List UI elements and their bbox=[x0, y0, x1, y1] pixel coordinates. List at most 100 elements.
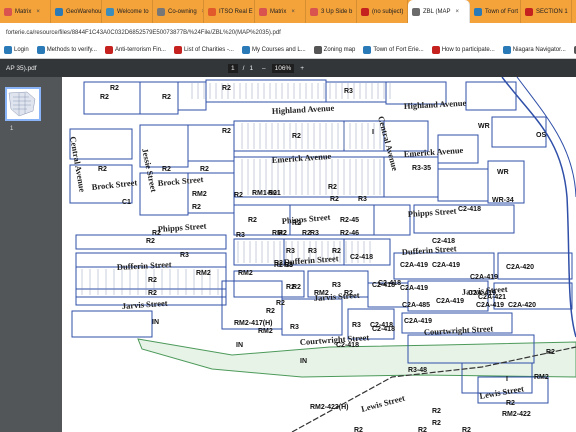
tab-label: ZBL (MAP bbox=[423, 8, 451, 15]
zone-label: R2 bbox=[418, 427, 427, 432]
bookmark-label: Town of Fort Erie... bbox=[373, 47, 424, 53]
bookmark-item[interactable]: Login bbox=[4, 46, 29, 54]
zone-label: C2A-419 bbox=[400, 262, 428, 269]
street-label: Lewis Street bbox=[479, 383, 525, 401]
tab-favicon-icon bbox=[310, 7, 318, 16]
zone-label: RM2-417(H) bbox=[234, 320, 273, 327]
zone-label: R2 bbox=[148, 290, 157, 297]
tab-favicon-icon bbox=[55, 7, 63, 16]
zone-label: R2 bbox=[200, 166, 209, 173]
bookmark-label: Anti-terrorism Fin... bbox=[114, 47, 166, 53]
zoom-controls: – 106% + bbox=[262, 63, 304, 73]
bookmark-item[interactable]: My Courses and L... bbox=[241, 46, 306, 54]
zoom-level-input[interactable]: 106% bbox=[271, 63, 295, 73]
bookmark-item[interactable]: How to participate... bbox=[431, 46, 495, 54]
street-label: Brock Street bbox=[157, 174, 204, 188]
bookmark-favicon-icon bbox=[431, 46, 440, 54]
zone-label: C2A-420 bbox=[506, 264, 534, 271]
browser-tab[interactable]: 3 Up Side b× bbox=[306, 0, 357, 23]
bookmark-favicon-icon bbox=[36, 46, 45, 54]
street-label: Central Avenue bbox=[376, 115, 400, 172]
zone-label: R3-35 bbox=[412, 165, 431, 172]
browser-tab[interactable]: ITSO Real E× bbox=[204, 0, 255, 23]
bookmark-item[interactable]: Town of Fort Erie... bbox=[363, 46, 424, 54]
bookmark-item[interactable]: Methods to verify... bbox=[36, 46, 97, 54]
browser-tab[interactable]: GeoWarehouse× bbox=[51, 0, 102, 23]
street-label: Phipps Street bbox=[407, 206, 456, 219]
tab-favicon-icon bbox=[157, 7, 165, 16]
zone-label: R2 bbox=[110, 85, 119, 92]
street-label: Highland Avenue bbox=[272, 103, 335, 116]
tab-close-icon[interactable]: × bbox=[36, 9, 40, 15]
zone-label: IN bbox=[300, 358, 307, 365]
tab-favicon-icon bbox=[525, 7, 533, 16]
browser-tab[interactable]: Welcome to× bbox=[102, 0, 153, 23]
tab-label: (no subject) bbox=[372, 8, 404, 15]
tab-close-icon[interactable]: × bbox=[455, 9, 459, 15]
zone-label: WR-34 bbox=[492, 197, 514, 204]
browser-tab[interactable]: Matrix × bbox=[255, 0, 306, 23]
bookmark-item[interactable]: Niagara Navigator... bbox=[502, 46, 566, 54]
zone-label: R3 bbox=[332, 282, 341, 289]
tab-label: Matrix bbox=[270, 8, 287, 15]
zone-label: C2-418 bbox=[378, 280, 401, 287]
zone-label: R2 bbox=[152, 230, 161, 237]
zone-label: RM2 bbox=[534, 374, 549, 381]
browser-tab[interactable]: Matrix × bbox=[0, 0, 51, 23]
pdf-page-viewport[interactable]: Highland Avenue Highland Avenue Emerick Av… bbox=[62, 77, 576, 432]
zone-label: C2A-485 bbox=[402, 302, 430, 309]
bookmark-label: Login bbox=[14, 47, 29, 53]
tab-favicon-icon bbox=[208, 7, 216, 16]
zone-label: R2 bbox=[148, 277, 157, 284]
bookmark-label: Niagara Navigator... bbox=[512, 47, 566, 53]
zone-label: R2 bbox=[354, 427, 363, 432]
pdf-title: AP 35).pdf bbox=[6, 64, 37, 72]
page-thumbnail[interactable] bbox=[5, 87, 41, 121]
zone-label: R2 bbox=[162, 94, 171, 101]
zone-label: RM2 bbox=[272, 230, 287, 237]
zone-label: RM2 bbox=[314, 290, 329, 297]
browser-tab[interactable]: Co-owning× bbox=[153, 0, 204, 23]
zone-label: C2-418 bbox=[372, 326, 395, 333]
zone-label: RM2-422 bbox=[502, 411, 531, 418]
zone-label: R2 bbox=[276, 300, 285, 307]
zone-label: R2 bbox=[266, 308, 275, 315]
browser-tab[interactable]: SECTION 1× bbox=[521, 0, 572, 23]
zoom-out-button[interactable]: – bbox=[262, 65, 266, 72]
page-number-input[interactable]: 1 bbox=[228, 63, 238, 73]
zone-label: RM2 bbox=[238, 270, 253, 277]
zone-label: I bbox=[506, 376, 508, 383]
zoning-block bbox=[373, 204, 411, 236]
zone-label: R2 bbox=[222, 85, 231, 92]
browser-tab[interactable]: Town of Fort× bbox=[470, 0, 521, 23]
street-label: Jarvis Street bbox=[121, 298, 168, 311]
zone-label: OS bbox=[536, 132, 546, 139]
pdf-toolbar: AP 35).pdf 1 / 1 – 106% + bbox=[0, 59, 576, 77]
tab-favicon-icon bbox=[412, 7, 420, 16]
zone-label: R2 bbox=[546, 349, 555, 356]
address-bar[interactable]: forterie.ca/resource/files/8844F1C43A0C0… bbox=[0, 23, 576, 42]
bookmark-item[interactable]: Zoning map bbox=[313, 46, 355, 54]
zone-label: C2A-419 bbox=[400, 285, 428, 292]
street-label: Phipps Street bbox=[281, 212, 331, 226]
tab-favicon-icon bbox=[259, 7, 267, 16]
bookmark-item[interactable]: Anti-terrorism Fin... bbox=[104, 46, 166, 54]
zone-label: C2A-419 bbox=[436, 298, 464, 305]
page-total: 1 bbox=[249, 64, 254, 72]
tab-label: Town of Fort bbox=[485, 8, 519, 15]
zone-label: C2-418 bbox=[336, 342, 359, 349]
bookmark-label: How to participate... bbox=[441, 47, 495, 53]
zone-label: WR bbox=[497, 169, 509, 176]
bookmark-item[interactable]: List of Charities -... bbox=[173, 46, 234, 54]
zone-label: R2 bbox=[248, 217, 257, 224]
browser-tab[interactable]: ZBL (MAP × bbox=[408, 0, 470, 23]
zone-label: RM2 bbox=[258, 328, 273, 335]
zoom-in-button[interactable]: + bbox=[300, 65, 304, 72]
browser-tab[interactable]: (no subject)× bbox=[357, 0, 408, 23]
page-separator: / bbox=[242, 64, 245, 72]
url-text[interactable]: forterie.ca/resource/files/8844F1C43A0C0… bbox=[6, 30, 281, 36]
tab-close-icon[interactable]: × bbox=[291, 9, 295, 15]
bookmark-favicon-icon bbox=[313, 46, 322, 54]
zone-label: R2 bbox=[162, 166, 171, 173]
zone-label: R2-45 bbox=[340, 217, 359, 224]
